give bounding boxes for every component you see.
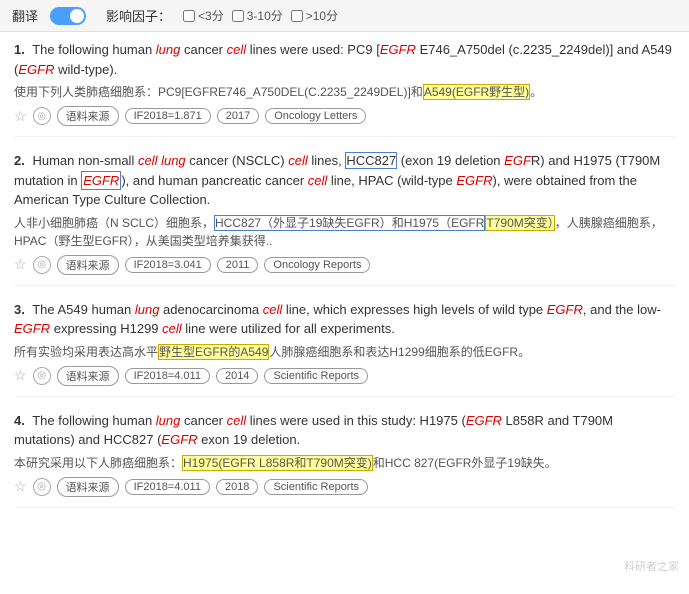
result-4-highlight: H1975(EGFR L858R和T790M突变): [182, 455, 373, 471]
journal-tag-2[interactable]: Oncology Reports: [264, 257, 370, 273]
result-item-3: 3. The A549 human lung adenocarcinoma ce…: [14, 300, 675, 397]
filter-gt10-checkbox[interactable]: [291, 10, 303, 22]
translate-label: 翻译: [12, 6, 38, 25]
result-4-meta: ☆ ◎ 语料来源 IF2018=4.011 2018 Scientific Re…: [14, 477, 675, 497]
result-1-cn: 使用下列人类肺癌细胞系：PC9[EGFRE746_A750DEL(C.2235_…: [14, 83, 675, 101]
result-item-1: 1. The following human lung cancer cell …: [14, 40, 675, 137]
source-tag-1[interactable]: 语料来源: [57, 106, 119, 126]
journal-tag-3[interactable]: Scientific Reports: [264, 368, 368, 384]
year-tag-4[interactable]: 2018: [216, 479, 258, 495]
filter-lt3-checkbox[interactable]: [183, 10, 195, 22]
filter-3to10-label: 3-10分: [247, 7, 283, 24]
star-icon-4[interactable]: ☆: [14, 478, 27, 495]
hcc827-highlight: HCC827: [345, 152, 397, 169]
result-1-meta: ☆ ◎ 语料来源 IF2018=1.871 2017 Oncology Lett…: [14, 106, 675, 126]
result-2-cn: 人非小细胞肺癌（N SCLC）细胞系，HCC827（外显子19缺失EGFR）和H…: [14, 214, 675, 250]
if-tag-1[interactable]: IF2018=1.871: [125, 108, 211, 124]
filter-3to10[interactable]: 3-10分: [232, 7, 283, 24]
result-2-highlight-2: T790M突变）: [485, 215, 554, 231]
circle-icon-3[interactable]: ◎: [33, 367, 51, 385]
result-3-cn: 所有实验均采用表达高水平野生型EGFR的A549人肺腺癌细胞系和表达H1299细…: [14, 343, 675, 361]
watermark: 科研者之家: [624, 558, 679, 574]
journal-tag-1[interactable]: Oncology Letters: [265, 108, 366, 124]
result-4-cn: 本研究采用以下人肺癌细胞系：H1975(EGFR L858R和T790M突变)和…: [14, 454, 675, 472]
result-1-highlight: A549(EGFR野生型): [423, 84, 530, 100]
result-3-meta: ☆ ◎ 语料来源 IF2018=4.011 2014 Scientific Re…: [14, 366, 675, 386]
translate-toggle[interactable]: [50, 7, 86, 25]
circle-icon-4[interactable]: ◎: [33, 478, 51, 496]
result-3-number: 3.: [14, 302, 25, 317]
result-3-highlight: 野生型EGFR的A549: [158, 344, 269, 360]
result-item-4: 4. The following human lung cancer cell …: [14, 411, 675, 508]
filter-group: <3分 3-10分 >10分: [183, 7, 338, 24]
if-tag-3[interactable]: IF2018=4.011: [125, 368, 210, 384]
if-tag-2[interactable]: IF2018=3.041: [125, 257, 211, 273]
source-tag-2[interactable]: 语料来源: [57, 255, 119, 275]
journal-tag-4[interactable]: Scientific Reports: [264, 479, 368, 495]
star-icon-3[interactable]: ☆: [14, 367, 27, 384]
result-2-en: 2. Human non-small cell lung cancer (NSC…: [14, 151, 675, 210]
source-tag-4[interactable]: 语料来源: [57, 477, 119, 497]
filter-lt3-label: <3分: [198, 7, 224, 24]
result-2-meta: ☆ ◎ 语料来源 IF2018=3.041 2011 Oncology Repo…: [14, 255, 675, 275]
top-bar: 翻译 影响因子： <3分 3-10分 >10分: [0, 0, 689, 32]
star-icon-2[interactable]: ☆: [14, 256, 27, 273]
filter-lt3[interactable]: <3分: [183, 7, 224, 24]
egfr-blue-1: EGFR: [81, 171, 121, 190]
source-tag-3[interactable]: 语料来源: [57, 366, 119, 386]
impact-label: 影响因子：: [106, 6, 171, 25]
result-2-number: 2.: [14, 153, 25, 168]
result-4-number: 4.: [14, 413, 25, 428]
filter-gt10-label: >10分: [306, 7, 338, 24]
if-tag-4[interactable]: IF2018=4.011: [125, 479, 210, 495]
result-item-2: 2. Human non-small cell lung cancer (NSC…: [14, 151, 675, 286]
circle-icon-1[interactable]: ◎: [33, 107, 51, 125]
year-tag-3[interactable]: 2014: [216, 368, 258, 384]
result-2-highlight-1: HCC827（外显子19缺失EGFR）和H1975（EGFR: [214, 215, 485, 231]
star-icon-1[interactable]: ☆: [14, 108, 27, 125]
result-1-number: 1.: [14, 42, 25, 57]
result-4-en: 4. The following human lung cancer cell …: [14, 411, 675, 450]
year-tag-1[interactable]: 2017: [217, 108, 259, 124]
toggle-knob: [70, 9, 84, 23]
filter-gt10[interactable]: >10分: [291, 7, 338, 24]
result-3-en: 3. The A549 human lung adenocarcinoma ce…: [14, 300, 675, 339]
results-container: 1. The following human lung cancer cell …: [0, 32, 689, 530]
circle-icon-2[interactable]: ◎: [33, 256, 51, 274]
result-1-en: 1. The following human lung cancer cell …: [14, 40, 675, 79]
year-tag-2[interactable]: 2011: [217, 257, 259, 273]
filter-3to10-checkbox[interactable]: [232, 10, 244, 22]
